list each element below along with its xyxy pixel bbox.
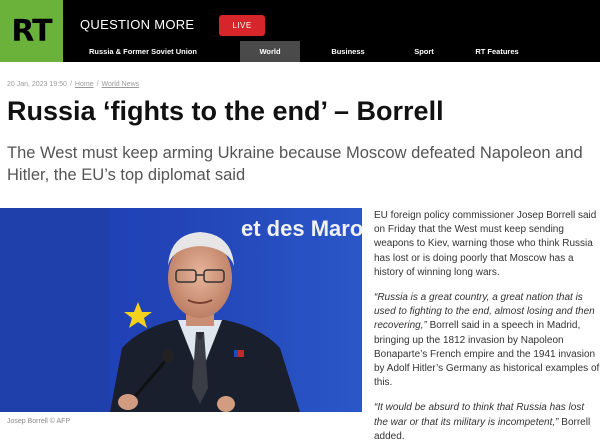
site-tagline: QUESTION MORE — [80, 17, 195, 32]
logo-text: RT — [11, 13, 52, 49]
nav-item-russia[interactable]: Russia & Former Soviet Union — [80, 41, 240, 62]
nav-item-sport[interactable]: Sport — [396, 41, 452, 62]
breadcrumb-world-news[interactable]: World News — [102, 81, 140, 88]
site-header: RT QUESTION MORE LIVE Russia & Former So… — [0, 0, 600, 77]
paragraph-3: “It would be absurd to think that Russia… — [374, 401, 600, 441]
nav-item-world-news[interactable]: World News — [240, 41, 300, 77]
main-nav: Russia & Former Soviet Union World News … — [80, 41, 542, 77]
article-photo: et des Marocai — [0, 208, 362, 412]
live-button[interactable]: LIVE — [219, 15, 265, 36]
article-body: EU foreign policy commissioner Josep Bor… — [374, 209, 600, 441]
article-date: 20 Jan, 2023 19:50 — [7, 81, 67, 88]
rt-logo[interactable]: RT — [0, 0, 63, 62]
paragraph-2: “Russia is a great country, a great nati… — [374, 291, 600, 390]
article-headline: Russia ‘fights to the end’ – Borrell — [7, 96, 444, 126]
paragraph-3-quote: “It would be absurd to think that Russia… — [374, 402, 585, 428]
nav-item-business[interactable]: Business — [300, 41, 396, 62]
backdrop-text: et des Marocai — [241, 216, 362, 241]
article-subhead: The West must keep arming Ukraine becaus… — [7, 144, 583, 184]
breadcrumb-home[interactable]: Home — [75, 81, 94, 88]
photo-caption: Josep Borrell © AFP — [7, 418, 71, 425]
nav-item-rt-features[interactable]: RT Features — [452, 41, 542, 62]
paragraph-1: EU foreign policy commissioner Josep Bor… — [374, 210, 597, 278]
article-meta: 20 Jan, 2023 19:50/Home / World News — [7, 81, 140, 88]
